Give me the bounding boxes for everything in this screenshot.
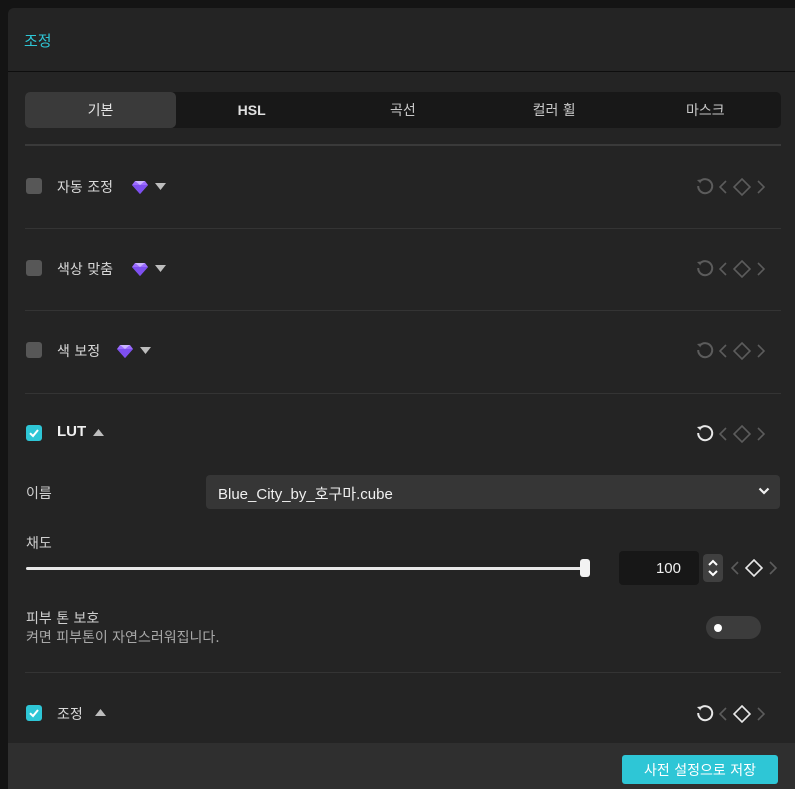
lut-controls — [695, 422, 781, 446]
keyframe-prev-icon[interactable] — [719, 180, 727, 194]
lut-name-label: 이름 — [26, 486, 52, 502]
lut-name-value: Blue_City_by_호구마.cube — [218, 486, 393, 503]
keyframe-next-icon[interactable] — [769, 561, 777, 575]
color-match-checkbox[interactable] — [26, 260, 42, 276]
auto-adjust-controls — [695, 175, 781, 199]
check-icon — [29, 429, 39, 438]
keyframe-prev-icon[interactable] — [719, 344, 727, 358]
keyframe-prev-icon[interactable] — [719, 262, 727, 276]
saturation-slider-thumb[interactable] — [580, 559, 590, 577]
save-preset-button[interactable]: 사전 설정으로 저장 — [622, 755, 778, 784]
keyframe-next-icon[interactable] — [757, 427, 765, 441]
caret-down-icon[interactable] — [155, 183, 166, 190]
adjust-checkbox[interactable] — [26, 705, 42, 721]
tab-hsl[interactable]: HSL — [176, 92, 327, 128]
color-match-controls — [695, 257, 781, 281]
check-icon — [29, 709, 39, 718]
gem-icon — [117, 345, 133, 358]
color-correction-controls — [695, 339, 781, 363]
section-color-match[interactable]: 색상 맞춤 — [25, 254, 781, 284]
keyframe-diamond-icon[interactable] — [733, 425, 751, 443]
caret-down-icon[interactable] — [155, 265, 166, 272]
section-auto-adjust[interactable]: 자동 조정 — [25, 172, 781, 202]
keyframe-next-icon[interactable] — [757, 344, 765, 358]
divider — [25, 393, 781, 394]
saturation-keyframe-controls — [727, 558, 783, 578]
section-adjust[interactable]: 조정 — [25, 699, 781, 729]
color-match-label: 색상 맞춤 — [57, 262, 113, 278]
divider — [25, 672, 781, 673]
tab-curve[interactable]: 곡선 — [327, 92, 478, 128]
tab-separator — [25, 144, 781, 146]
tab-color-wheel[interactable]: 컬러 휠 — [479, 92, 630, 128]
skin-tone-label: 피부 톤 보호 — [26, 611, 100, 627]
tab-basic[interactable]: 기본 — [25, 92, 176, 128]
toggle-knob — [714, 624, 722, 632]
reset-icon[interactable] — [695, 259, 715, 279]
auto-adjust-checkbox[interactable] — [26, 178, 42, 194]
keyframe-next-icon[interactable] — [757, 262, 765, 276]
saturation-label: 채도 — [26, 536, 52, 552]
saturation-slider-track[interactable] — [26, 567, 586, 570]
gem-icon — [132, 263, 148, 276]
saturation-stepper[interactable] — [703, 554, 723, 582]
saturation-value: 100 — [655, 560, 681, 577]
adjust-controls — [695, 702, 781, 726]
chevron-down-icon — [758, 487, 770, 495]
keyframe-next-icon[interactable] — [757, 707, 765, 721]
caret-up-icon[interactable] — [95, 709, 106, 716]
keyframe-prev-icon[interactable] — [731, 561, 739, 575]
divider — [25, 228, 781, 229]
caret-up-icon[interactable] — [93, 429, 104, 436]
keyframe-diamond-icon[interactable] — [733, 705, 751, 723]
keyframe-prev-icon[interactable] — [719, 427, 727, 441]
lut-label: LUT — [57, 423, 87, 440]
reset-icon[interactable] — [695, 177, 715, 197]
keyframe-diamond-icon[interactable] — [733, 178, 751, 196]
lut-checkbox[interactable] — [26, 425, 42, 441]
section-lut[interactable]: LUT — [25, 419, 781, 449]
auto-adjust-label: 자동 조정 — [57, 180, 113, 196]
panel-footer: 사전 설정으로 저장 — [8, 743, 795, 789]
skin-tone-description: 켜면 피부톤이 자연스러워집니다. — [26, 630, 220, 646]
panel-header: 조정 — [8, 8, 795, 72]
gem-icon — [132, 181, 148, 194]
adjust-panel: 조정 기본 HSL 곡선 컬러 휠 마스크 자동 조정 색상 맞춤 색 보정 L… — [8, 8, 795, 789]
keyframe-diamond-icon[interactable] — [733, 260, 751, 278]
keyframe-diamond-icon[interactable] — [733, 342, 751, 360]
panel-title: 조정 — [24, 32, 52, 50]
keyframe-diamond-icon[interactable] — [745, 559, 763, 577]
divider — [25, 310, 781, 311]
caret-down-icon[interactable] — [140, 347, 151, 354]
color-correction-checkbox[interactable] — [26, 342, 42, 358]
lut-name-select[interactable]: Blue_City_by_호구마.cube — [206, 475, 780, 509]
tab-mask[interactable]: 마스크 — [630, 92, 781, 128]
saturation-input[interactable]: 100 — [619, 551, 699, 585]
keyframe-next-icon[interactable] — [757, 180, 765, 194]
reset-icon[interactable] — [695, 341, 715, 361]
section-color-correction[interactable]: 색 보정 — [25, 336, 781, 366]
tab-bar: 기본 HSL 곡선 컬러 휠 마스크 — [25, 92, 781, 128]
stepper-icon — [708, 559, 718, 577]
adjust-label: 조정 — [57, 707, 83, 723]
reset-icon[interactable] — [695, 704, 715, 724]
reset-icon[interactable] — [695, 424, 715, 444]
keyframe-prev-icon[interactable] — [719, 707, 727, 721]
skin-tone-toggle[interactable] — [706, 616, 761, 639]
color-correction-label: 색 보정 — [57, 344, 101, 360]
